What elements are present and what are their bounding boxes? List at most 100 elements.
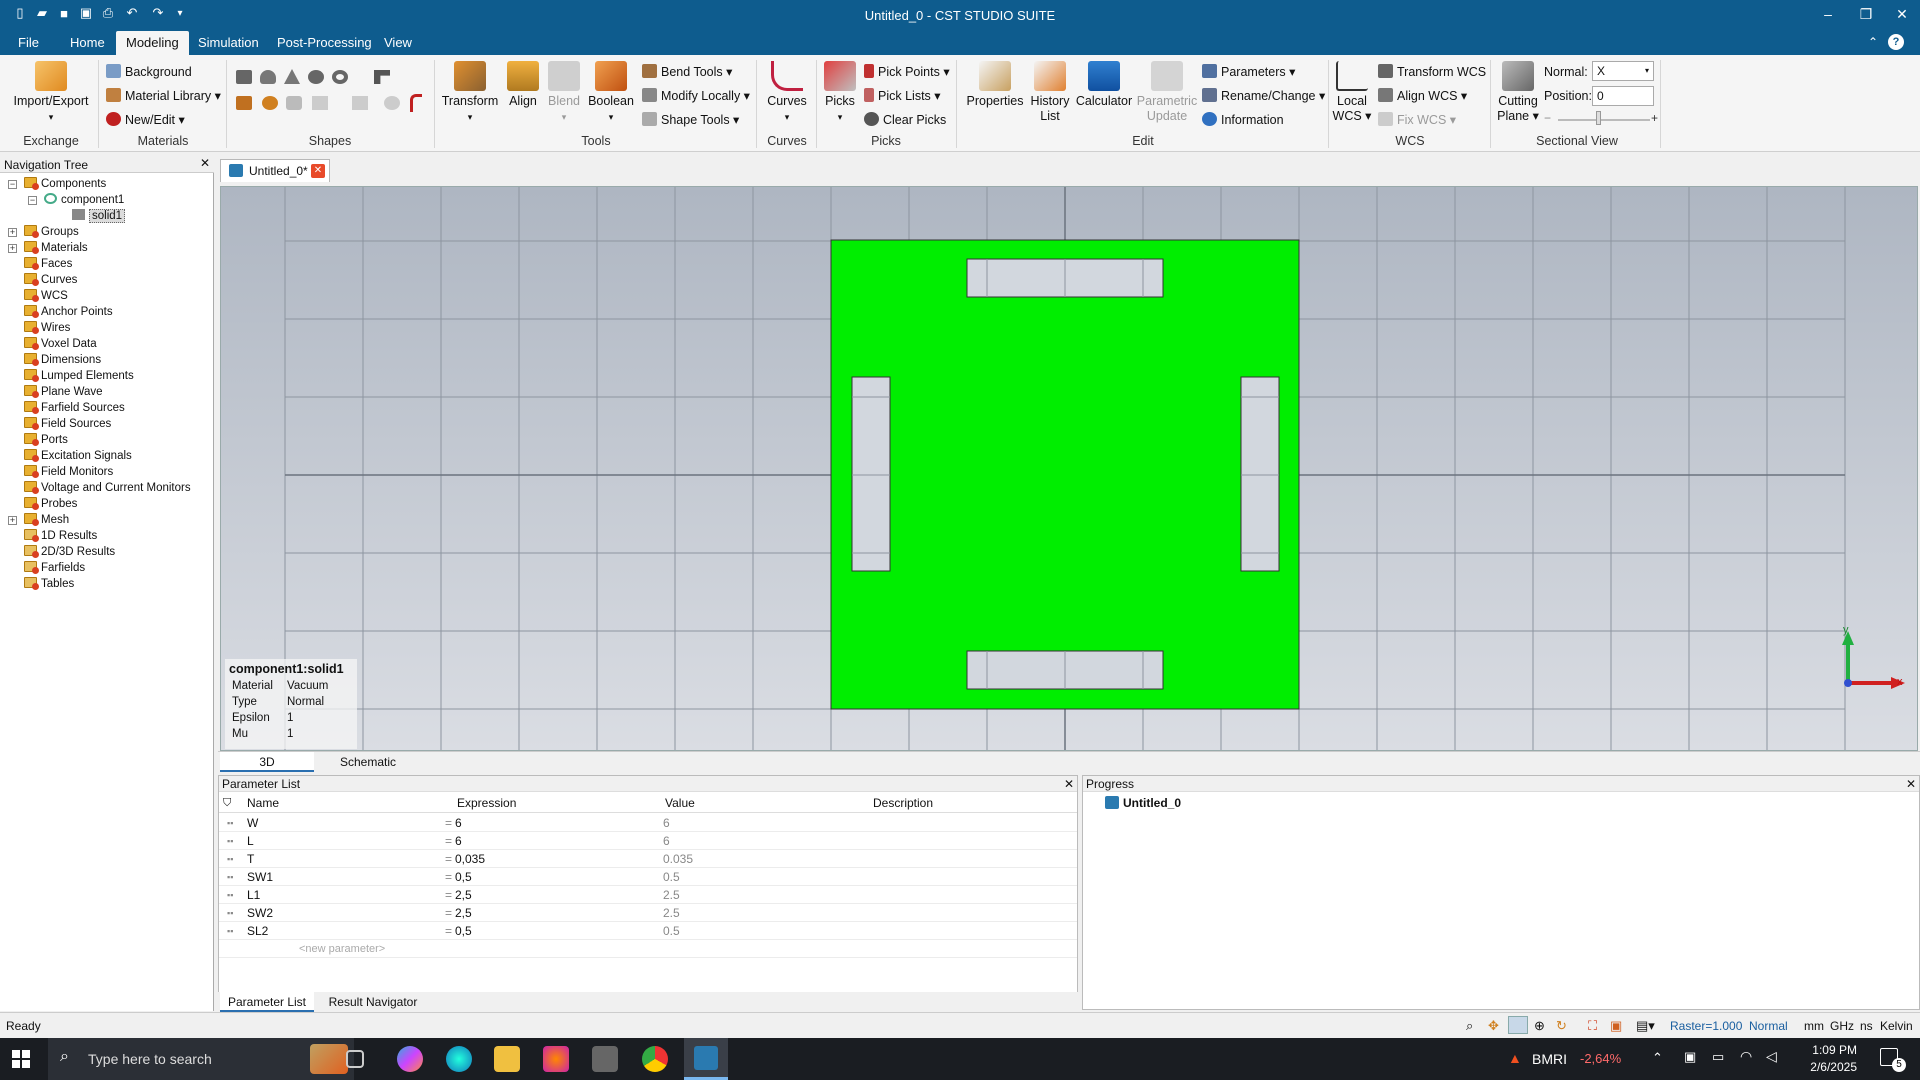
parameter-row[interactable]: ▪▪ SW2 = 2,5 2.5 (219, 904, 1077, 922)
reset-view-icon[interactable]: ↻ (1556, 1018, 1567, 1034)
tree-item-voltage-current-monitors[interactable]: Voltage and Current Monitors (24, 480, 191, 496)
unit-frequency[interactable]: GHz (1830, 1019, 1854, 1033)
zoom-icon[interactable]: ⌕ (1466, 1018, 1473, 1034)
cutting-plane-button[interactable]: Cutting Plane ▾ (1494, 61, 1542, 124)
slider-minus-icon[interactable]: − (1544, 111, 1551, 125)
new-edit-material-button[interactable]: New/Edit ▾ (106, 111, 185, 129)
cylinder-icon[interactable] (260, 70, 276, 84)
tree-item-component1[interactable]: − component1 (28, 192, 124, 208)
sweep-icon[interactable] (286, 96, 302, 110)
tab-simulation[interactable]: Simulation (188, 31, 269, 55)
column-name[interactable]: Name (247, 793, 279, 813)
tree-item-ports[interactable]: Ports (24, 432, 68, 448)
transform-button[interactable]: Transform ▾ (440, 61, 500, 125)
view-options-icon[interactable]: ▣ (1610, 1018, 1622, 1034)
curves-button[interactable]: Curves ▾ (762, 61, 812, 125)
tree-item-lumped-elements[interactable]: Lumped Elements (24, 368, 134, 384)
position-slider-thumb[interactable] (1596, 111, 1601, 125)
tree-item-field-monitors[interactable]: Field Monitors (24, 464, 113, 480)
cone-icon[interactable] (284, 69, 300, 84)
tree-item-plane-wave[interactable]: Plane Wave (24, 384, 103, 400)
fix-wcs-button[interactable]: Fix WCS ▾ (1378, 111, 1456, 129)
firefox-icon[interactable] (543, 1046, 569, 1072)
tree-item-farfield-sources[interactable]: Farfield Sources (24, 400, 125, 416)
extrude-icon[interactable] (374, 70, 390, 84)
wifi-icon[interactable]: ◠ (1740, 1048, 1752, 1065)
windows-start-icon[interactable] (12, 1050, 30, 1068)
rename-change-button[interactable]: Rename/Change ▾ (1202, 87, 1325, 105)
cst-taskbar-button[interactable] (684, 1038, 728, 1080)
slider-plus-icon[interactable]: + (1651, 111, 1658, 125)
taskbar-search-box[interactable]: ⌕ Type here to search (48, 1038, 354, 1080)
param-expression[interactable]: 0,5 (455, 868, 472, 886)
material-library-button[interactable]: Material Library ▾ (106, 87, 221, 105)
import-export-button[interactable]: Import/Export ▾ (8, 61, 94, 125)
3d-viewport[interactable]: y x component1:solid1 Material Vacuum Typ… (220, 186, 1918, 751)
tab-result-navigator[interactable]: Result Navigator (318, 992, 428, 1012)
taskbar-date[interactable]: 2/6/2025 (1797, 1060, 1857, 1074)
tree-item-dimensions[interactable]: Dimensions (24, 352, 101, 368)
edge-icon[interactable] (446, 1046, 472, 1072)
background-button[interactable]: Background (106, 63, 192, 81)
tab-file[interactable]: File (8, 31, 49, 55)
analytical-shape-icon[interactable] (410, 94, 422, 112)
parameter-row[interactable]: ▪▪ L1 = 2,5 2.5 (219, 886, 1077, 904)
thicken-icon[interactable] (312, 96, 328, 110)
close-window-button[interactable]: ✕ (1886, 3, 1918, 25)
tree-item-probes[interactable]: Probes (24, 496, 77, 512)
restore-button[interactable]: ❐ (1850, 3, 1882, 25)
position-slider-track[interactable] (1558, 119, 1650, 121)
parameters-button[interactable]: Parameters ▾ (1202, 63, 1295, 81)
bend-tools-button[interactable]: Bend Tools ▾ (642, 63, 732, 81)
pan-icon[interactable]: ✥ (1488, 1018, 1499, 1034)
tab-post-processing[interactable]: Post-Processing (267, 31, 382, 55)
new-parameter-row[interactable]: <new parameter> (219, 940, 1077, 958)
chrome-icon[interactable] (642, 1046, 668, 1072)
tab-home[interactable]: Home (60, 31, 115, 55)
parameter-row[interactable]: ▪▪ SL2 = 0,5 0.5 (219, 922, 1077, 940)
torus-icon[interactable] (332, 70, 348, 84)
blend-button[interactable]: Blend ▾ (544, 61, 584, 125)
close-parameter-list-icon[interactable]: ✕ (1064, 777, 1074, 791)
transform-wcs-button[interactable]: Transform WCS (1378, 63, 1486, 81)
pick-lists-button[interactable]: Pick Lists ▾ (864, 87, 941, 105)
boolean-button[interactable]: Boolean ▾ (586, 61, 636, 125)
sphere-icon[interactable] (308, 70, 324, 84)
close-tab-icon[interactable]: ✕ (311, 164, 325, 178)
tree-item-wires[interactable]: Wires (24, 320, 70, 336)
tab-view[interactable]: View (374, 31, 422, 55)
tab-schematic[interactable]: Schematic (318, 752, 418, 772)
tree-item-tables[interactable]: Tables (24, 576, 74, 592)
parameter-row[interactable]: ▪▪ T = 0,035 0.035 (219, 850, 1077, 868)
rotate-view-icon[interactable] (1508, 1016, 1528, 1034)
fit-view-icon[interactable]: ⛶ (1588, 1018, 1597, 1034)
tree-item-mesh[interactable]: + Mesh (8, 512, 69, 528)
parameter-row[interactable]: ▪▪ SW1 = 0,5 0.5 (219, 868, 1077, 886)
minimize-button[interactable]: – (1812, 3, 1844, 25)
parameter-row[interactable]: ▪▪ L = 6 6 (219, 832, 1077, 850)
tree-item-wcs[interactable]: WCS (24, 288, 68, 304)
zoom-in-icon[interactable]: ⊕ (1534, 1018, 1545, 1034)
collapse-ribbon-icon[interactable]: ⌃ (1868, 35, 1878, 49)
rotate-icon[interactable] (236, 96, 252, 110)
curve-shape-icon[interactable] (384, 96, 400, 110)
stock-name[interactable]: BMRI (1532, 1051, 1567, 1067)
tree-item-voxel-data[interactable]: Voxel Data (24, 336, 97, 352)
tree-item-field-sources[interactable]: Field Sources (24, 416, 111, 432)
wire-shape-icon[interactable] (352, 96, 368, 110)
document-tab[interactable]: Untitled_0* ✕ (220, 159, 330, 182)
tab-modeling[interactable]: Modeling (116, 31, 189, 55)
position-input[interactable]: 0 (1592, 86, 1654, 106)
tab-parameter-list[interactable]: Parameter List (220, 992, 314, 1012)
file-explorer-icon[interactable] (494, 1046, 520, 1072)
close-nav-icon[interactable]: ✕ (200, 156, 210, 170)
taskbar-time[interactable]: 1:09 PM (1797, 1043, 1857, 1057)
tree-item-1d-results[interactable]: 1D Results (24, 528, 97, 544)
task-view-icon[interactable] (346, 1050, 364, 1068)
picks-button[interactable]: Picks ▾ (820, 61, 860, 125)
background-toggle-icon[interactable]: ▤▾ (1636, 1018, 1655, 1034)
close-progress-icon[interactable]: ✕ (1906, 777, 1916, 791)
help-icon[interactable]: ? (1888, 34, 1904, 50)
tree-item-2d3d-results[interactable]: 2D/3D Results (24, 544, 115, 560)
tree-item-groups[interactable]: + Groups (8, 224, 79, 240)
